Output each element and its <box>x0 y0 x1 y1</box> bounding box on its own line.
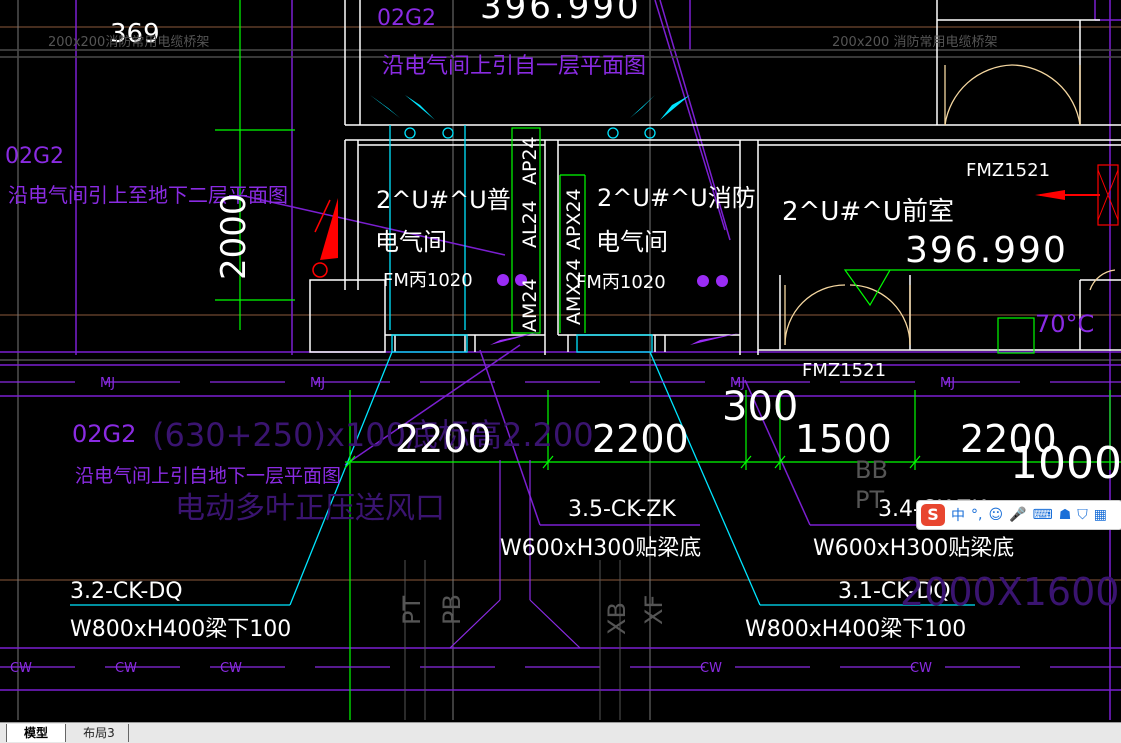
riser-lines <box>404 560 621 720</box>
label-room-normal: 2^U#^U普 <box>376 186 511 214</box>
label-ck-zk-1: 3.5-CK-ZK <box>568 497 676 522</box>
label-panel-al24: AL24 <box>519 200 541 248</box>
label-xf: XF <box>640 595 668 625</box>
label-panel-ap24: AP24 <box>519 136 541 185</box>
label-cw-5: CW <box>910 661 932 676</box>
label-cw-2: CW <box>115 661 137 676</box>
cyan-arrowheads <box>370 95 690 120</box>
label-fm1020-b: FM丙1020 <box>576 272 666 293</box>
label-panel-apx24: APX24 <box>563 188 585 250</box>
layout-tab-bar: 模型 布局3 <box>0 722 1121 743</box>
tab-model[interactable]: 模型 <box>6 724 66 742</box>
grid-menu-icon[interactable]: ▦ <box>1094 507 1107 523</box>
label-cw-1: CW <box>10 661 32 676</box>
label-fm1020-a: FM丙1020 <box>383 270 473 291</box>
cad-drawing-canvas[interactable]: 369 396.990 200x200消防常用电缆桥架 200x200 消防常用… <box>0 0 1121 722</box>
label-bb: BB <box>855 456 888 484</box>
label-temp70: 70°C <box>1035 310 1094 338</box>
label-w800-2: W800xH400梁下100 <box>745 617 966 642</box>
label-room-elec2: 电气间 <box>596 228 668 256</box>
label-panel-amx24: AMX24 <box>563 258 585 325</box>
keyboard-icon[interactable]: ⌨ <box>1033 507 1053 523</box>
label-up-from-first: 沿电气间上引自一层平面图 <box>382 54 646 79</box>
label-panel-am24: AM24 <box>519 278 541 332</box>
label-cw-4: CW <box>700 661 722 676</box>
label-tray-right: 200x200 消防常用电缆桥架 <box>832 34 997 50</box>
label-fmz1521-bottom: FMZ1521 <box>802 360 886 381</box>
sogou-logo-icon[interactable]: S <box>921 504 945 526</box>
label-pb: PB <box>438 594 466 625</box>
label-front-room: 2^U#^U前室 <box>782 197 954 227</box>
ime-mode-toggle[interactable]: 中 <box>951 505 965 525</box>
label-fmz1521-top: FMZ1521 <box>966 160 1050 181</box>
label-code-left: 02G2 <box>5 144 64 169</box>
label-mj-1: MJ <box>100 376 115 391</box>
label-cw-3: CW <box>220 661 242 676</box>
label-room-fire: 2^U#^U消防 <box>597 184 756 212</box>
label-dim-2200-a: 2200 <box>395 417 492 461</box>
label-dim-1500: 1500 <box>795 417 892 461</box>
skin-icon[interactable]: ⛉ <box>1077 507 1088 523</box>
label-up-from-b1: 沿电气间上引自地下一层平面图 <box>75 465 341 487</box>
ime-punct-toggle[interactable]: °, <box>971 507 982 523</box>
label-xb: XB <box>603 602 631 635</box>
label-dim-2200-b: 2200 <box>592 417 689 461</box>
label-ck-dq-1: 3.2-CK-DQ <box>70 579 183 604</box>
label-mj-2: MJ <box>310 376 325 391</box>
label-tray-left: 200x200消防常用电缆桥架 <box>48 34 209 50</box>
label-dim-1000: 1000 <box>1010 438 1121 489</box>
user-icon[interactable]: ☗ <box>1059 507 1072 523</box>
label-396-top: 396.990 <box>480 0 642 27</box>
label-w600-2: W600xH300贴梁底 <box>813 536 1014 561</box>
label-pt: PT <box>398 596 426 625</box>
label-code-top: 02G2 <box>377 6 436 31</box>
ime-toolbar[interactable]: S 中 °, ☺ 🎤 ⌨ ☗ ⛉ ▦ <box>916 500 1121 530</box>
label-w600-1: W600xH300贴梁底 <box>500 536 701 561</box>
label-2000: 2000 <box>214 193 254 280</box>
mic-icon[interactable]: 🎤 <box>1009 507 1026 523</box>
label-mj-4: MJ <box>940 376 955 391</box>
label-code-low: 02G2 <box>72 420 136 448</box>
tab-layout3[interactable]: 布局3 <box>70 724 129 742</box>
label-pt2: PT <box>855 486 884 514</box>
label-396-mid: 396.990 <box>905 230 1068 271</box>
label-elec-valve: 电动多叶正压送风口 <box>175 491 445 526</box>
emoji-icon[interactable]: ☺ <box>988 507 1003 523</box>
label-room-elec1: 电气间 <box>375 228 447 256</box>
label-w800-1: W800xH400梁下100 <box>70 617 291 642</box>
label-duct-big: 2000X1600(0 <box>900 570 1121 614</box>
label-mj-3: MJ <box>730 376 745 391</box>
label-duct-size: (630+250)x100底标高2.200 <box>152 416 594 454</box>
